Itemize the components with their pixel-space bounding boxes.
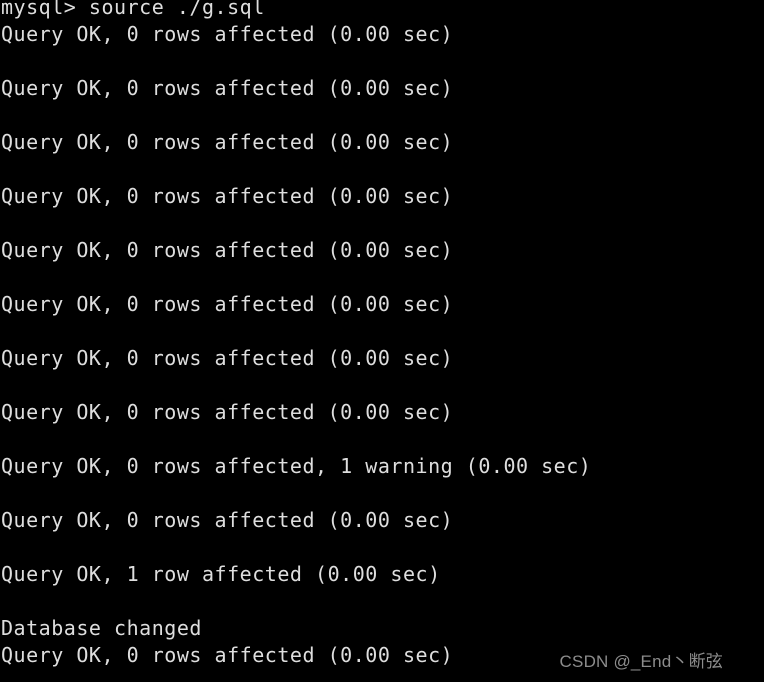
terminal-line: Query OK, 0 rows affected (0.00 sec) (1, 346, 454, 370)
terminal-line: Query OK, 0 rows affected (0.00 sec) (1, 184, 454, 208)
csdn-watermark: CSDN @_End丶断弦 (559, 652, 723, 671)
terminal-line: Query OK, 0 rows affected (0.00 sec) (1, 130, 454, 154)
terminal-line: Query OK, 0 rows affected, 1 warning (0.… (1, 454, 592, 478)
terminal-line: Query OK, 0 rows affected (0.00 sec) (1, 508, 454, 532)
terminal-line: Database changed (1, 616, 202, 640)
terminal-line: mysql> source ./g.sql (1, 0, 265, 19)
terminal-line: Query OK, 0 rows affected (0.00 sec) (1, 400, 454, 424)
terminal-line: Query OK, 0 rows affected (0.00 sec) (1, 238, 454, 262)
terminal-line: Query OK, 0 rows affected (0.00 sec) (1, 76, 454, 100)
terminal-line: Query OK, 1 row affected (0.00 sec) (1, 562, 441, 586)
terminal-output[interactable]: mysql> source ./g.sql Query OK, 0 rows af… (0, 0, 764, 669)
terminal-line: Query OK, 0 rows affected (0.00 sec) (1, 292, 454, 316)
terminal-line: Query OK, 0 rows affected (0.00 sec) (1, 22, 454, 46)
